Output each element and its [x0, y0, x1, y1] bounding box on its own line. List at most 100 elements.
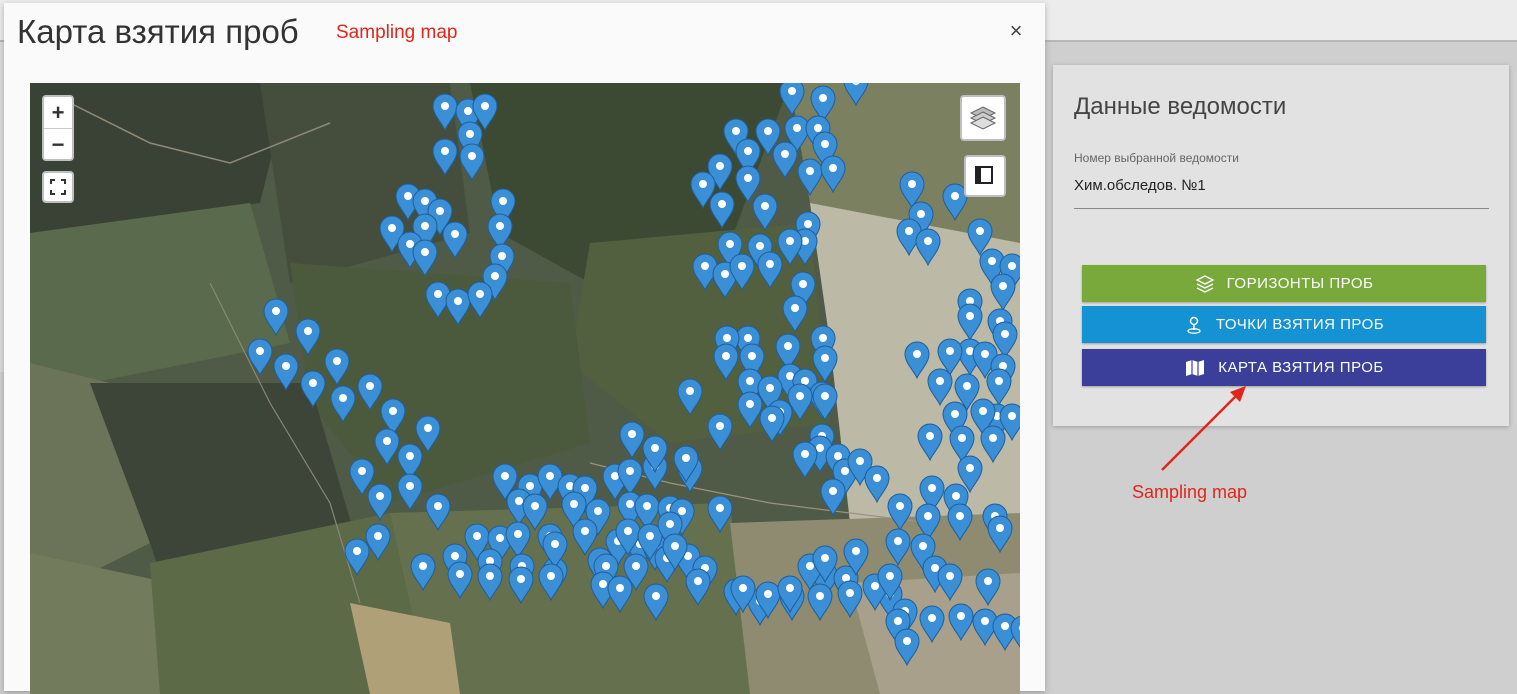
map-icon — [1186, 359, 1205, 376]
sample-marker[interactable] — [410, 553, 436, 592]
sample-marker[interactable] — [797, 158, 823, 197]
satellite-map[interactable]: + − — [30, 83, 1020, 694]
fullscreen-icon — [50, 179, 66, 195]
sample-marker[interactable] — [445, 288, 471, 327]
sample-marker[interactable] — [837, 580, 863, 619]
sample-marker[interactable] — [948, 603, 974, 642]
sample-marker[interactable] — [324, 348, 350, 387]
sample-marker[interactable] — [425, 493, 451, 532]
sample-marker[interactable] — [273, 353, 299, 392]
sample-marker[interactable] — [374, 428, 400, 467]
sample-marker[interactable] — [885, 528, 911, 567]
layers-button[interactable] — [960, 95, 1006, 141]
measure-button[interactable] — [964, 155, 1006, 197]
sample-marker[interactable] — [919, 605, 945, 644]
sample-marker[interactable] — [477, 563, 503, 602]
sampling-map-button[interactable]: КАРТА ВЗЯТИЯ ПРОБ — [1082, 349, 1486, 386]
zoom-in-button[interactable]: + — [44, 97, 72, 129]
modal-header: Карта взятия проб Sampling map × — [4, 3, 1045, 65]
sample-marker[interactable] — [947, 503, 973, 542]
sample-marker[interactable] — [709, 191, 735, 230]
sample-marker[interactable] — [759, 405, 785, 444]
sample-marker[interactable] — [957, 303, 983, 342]
statement-data-panel: Данные ведомости Номер выбранной ведомос… — [1053, 65, 1509, 426]
sample-marker[interactable] — [365, 523, 391, 562]
sample-marker[interactable] — [792, 441, 818, 480]
sample-marker[interactable] — [247, 338, 273, 377]
sample-marker[interactable] — [843, 83, 869, 107]
sample-marker[interactable] — [415, 415, 441, 454]
sample-marker[interactable] — [432, 93, 458, 132]
sample-marker[interactable] — [459, 143, 485, 182]
sample-horizons-button[interactable]: ГОРИЗОНТЫ ПРОБ — [1082, 265, 1486, 302]
sample-marker[interactable] — [442, 221, 468, 260]
location-pin-icon — [1187, 316, 1201, 334]
sample-marker[interactable] — [367, 483, 393, 522]
sample-marker[interactable] — [772, 141, 798, 180]
sample-marker[interactable] — [987, 515, 1013, 554]
sample-marker[interactable] — [412, 239, 438, 278]
sample-marker[interactable] — [685, 568, 711, 607]
statement-number-label: Номер выбранной ведомости — [1074, 151, 1239, 165]
sample-marker[interactable] — [707, 413, 733, 452]
panel-title: Данные ведомости — [1074, 93, 1287, 120]
sample-marker[interactable] — [887, 493, 913, 532]
sampling-points-button[interactable]: ТОЧКИ ВЗЯТИЯ ПРОБ — [1082, 306, 1486, 343]
sample-marker[interactable] — [894, 628, 920, 667]
sample-marker[interactable] — [447, 561, 473, 600]
sample-marker[interactable] — [980, 425, 1006, 464]
sample-marker[interactable] — [643, 583, 669, 622]
sample-marker[interactable] — [779, 83, 805, 117]
layers-icon — [1195, 274, 1215, 293]
modal-annotation: Sampling map — [336, 22, 458, 43]
sample-marker[interactable] — [619, 421, 645, 460]
sample-marker[interactable] — [522, 493, 548, 532]
close-button[interactable]: × — [1004, 19, 1028, 43]
sample-marker[interactable] — [295, 318, 321, 357]
sample-marker[interactable] — [467, 281, 493, 320]
sample-marker[interactable] — [917, 423, 943, 462]
sample-marker[interactable] — [782, 295, 808, 334]
fullscreen-button[interactable] — [42, 171, 74, 203]
sample-marker[interactable] — [344, 538, 370, 577]
sample-marker[interactable] — [300, 370, 326, 409]
field-underline — [1074, 208, 1489, 209]
sample-marker[interactable] — [904, 341, 930, 380]
sample-marker[interactable] — [357, 373, 383, 412]
layers-icon — [969, 106, 997, 130]
sample-marker[interactable] — [807, 583, 833, 622]
sample-marker[interactable] — [820, 155, 846, 194]
sample-marker[interactable] — [432, 138, 458, 177]
sample-marker[interactable] — [677, 378, 703, 417]
sample-marker[interactable] — [330, 385, 356, 424]
sampling-points-label: ТОЧКИ ВЗЯТИЯ ПРОБ — [1215, 316, 1385, 333]
sample-marker[interactable] — [607, 575, 633, 614]
sample-marker[interactable] — [820, 478, 846, 517]
annotation-arrow — [1161, 386, 1246, 471]
sample-marker[interactable] — [508, 566, 534, 605]
sampling-map-label: КАРТА ВЗЯТИЯ ПРОБ — [1218, 359, 1384, 376]
sample-marker[interactable] — [505, 521, 531, 560]
sample-marker[interactable] — [397, 473, 423, 512]
sample-marker[interactable] — [263, 298, 289, 337]
sample-marker[interactable] — [737, 391, 763, 430]
sample-marker[interactable] — [927, 368, 953, 407]
sample-marker[interactable] — [990, 273, 1016, 312]
sample-marker[interactable] — [757, 251, 783, 290]
sample-marker[interactable] — [752, 193, 778, 232]
sample-marker[interactable] — [735, 165, 761, 204]
sample-marker[interactable] — [864, 465, 890, 504]
sample-marker[interactable] — [975, 568, 1001, 607]
sample-horizons-label: ГОРИЗОНТЫ ПРОБ — [1226, 275, 1374, 292]
sampling-map-modal: Карта взятия проб Sampling map × + − — [4, 3, 1045, 694]
sample-marker[interactable] — [937, 563, 963, 602]
sample-marker[interactable] — [538, 563, 564, 602]
sample-marker[interactable] — [707, 495, 733, 534]
sample-marker[interactable] — [812, 383, 838, 422]
sample-marker[interactable] — [986, 368, 1012, 407]
statement-number-value: Хим.обследов. №1 — [1074, 177, 1206, 194]
sample-marker[interactable] — [713, 343, 739, 382]
zoom-out-button[interactable]: − — [44, 129, 72, 160]
sample-markers-layer — [247, 83, 1020, 667]
sample-marker[interactable] — [915, 228, 941, 267]
